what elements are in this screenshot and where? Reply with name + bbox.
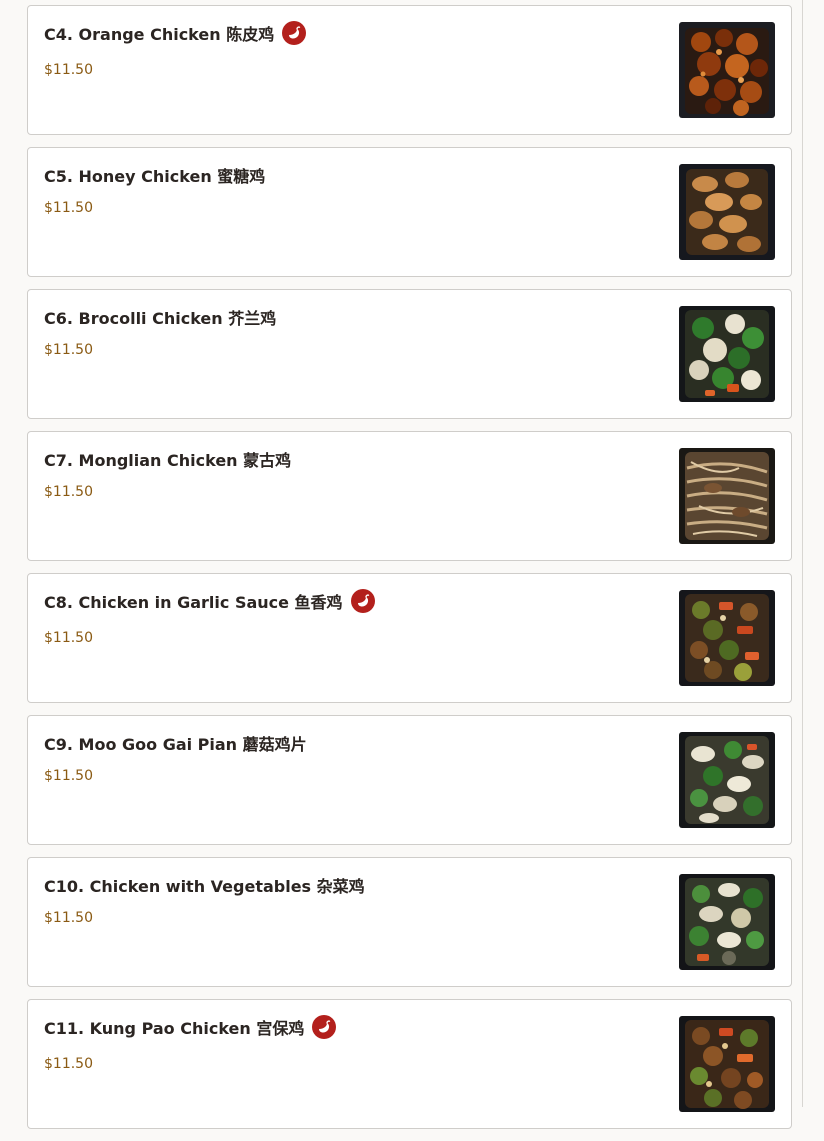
menu-item-card[interactable]: C8. Chicken in Garlic Sauce 鱼香鸡 $11.50 [27, 573, 792, 703]
menu-item-price: $11.50 [44, 1056, 93, 1072]
mongolian-chicken-photo [679, 448, 775, 544]
menu-item-price: $11.50 [44, 768, 93, 784]
chili-pepper-icon [350, 589, 375, 613]
menu-item-title: C10. Chicken with Vegetables 杂菜鸡 [44, 877, 365, 896]
chili-pepper-icon [312, 1015, 337, 1039]
menu-item-title-row: C8. Chicken in Garlic Sauce 鱼香鸡 [44, 589, 375, 613]
menu-item-card[interactable]: C11. Kung Pao Chicken 宫保鸡 $11.50 [27, 999, 792, 1129]
menu-item-price: $11.50 [44, 484, 93, 500]
menu-item-card[interactable]: C6. Brocolli Chicken 芥兰鸡 $11.50 [27, 289, 792, 419]
menu-item-list: C4. Orange Chicken 陈皮鸡 $11.50 C5. Honey … [27, 5, 792, 1141]
menu-item-title-row: C4. Orange Chicken 陈皮鸡 [44, 21, 307, 45]
broccoli-chicken-photo [679, 306, 775, 402]
menu-item-title: C9. Moo Goo Gai Pian 蘑菇鸡片 [44, 735, 307, 754]
orange-chicken-photo [679, 22, 775, 118]
menu-item-price: $11.50 [44, 200, 93, 216]
menu-item-card[interactable]: C4. Orange Chicken 陈皮鸡 $11.50 [27, 5, 792, 135]
menu-item-card[interactable]: C5. Honey Chicken 蜜糖鸡 $11.50 [27, 147, 792, 277]
menu-item-price: $11.50 [44, 630, 93, 646]
menu-item-title-row: C7. Monglian Chicken 蒙古鸡 [44, 448, 291, 470]
kung-pao-chicken-photo [679, 1016, 775, 1112]
menu-item-price: $11.50 [44, 342, 93, 358]
menu-item-title-row: C10. Chicken with Vegetables 杂菜鸡 [44, 874, 365, 896]
menu-item-price: $11.50 [44, 910, 93, 926]
menu-item-price: $11.50 [44, 62, 93, 78]
menu-item-title-row: C11. Kung Pao Chicken 宫保鸡 [44, 1015, 337, 1039]
menu-item-title: C5. Honey Chicken 蜜糖鸡 [44, 167, 266, 186]
menu-item-card[interactable]: C10. Chicken with Vegetables 杂菜鸡 $11.50 [27, 857, 792, 987]
moo-goo-gai-pian-photo [679, 732, 775, 828]
garlic-chicken-photo [679, 590, 775, 686]
menu-item-title-row: C6. Brocolli Chicken 芥兰鸡 [44, 306, 276, 328]
chili-pepper-icon [282, 21, 307, 45]
menu-item-title: C7. Monglian Chicken 蒙古鸡 [44, 451, 292, 470]
menu-item-title: C8. Chicken in Garlic Sauce 鱼香鸡 [44, 593, 343, 612]
menu-item-title: C4. Orange Chicken 陈皮鸡 [44, 25, 275, 44]
scroll-area-border [802, 0, 803, 1107]
chicken-vegetables-photo [679, 874, 775, 970]
honey-chicken-photo [679, 164, 775, 260]
menu-item-card[interactable]: C7. Monglian Chicken 蒙古鸡 $11.50 [27, 431, 792, 561]
menu-item-title-row: C5. Honey Chicken 蜜糖鸡 [44, 164, 265, 186]
menu-item-title: C6. Brocolli Chicken 芥兰鸡 [44, 309, 277, 328]
menu-item-title-row: C9. Moo Goo Gai Pian 蘑菇鸡片 [44, 732, 307, 754]
menu-item-card[interactable]: C9. Moo Goo Gai Pian 蘑菇鸡片 $11.50 [27, 715, 792, 845]
menu-item-title: C11. Kung Pao Chicken 宫保鸡 [44, 1019, 305, 1038]
